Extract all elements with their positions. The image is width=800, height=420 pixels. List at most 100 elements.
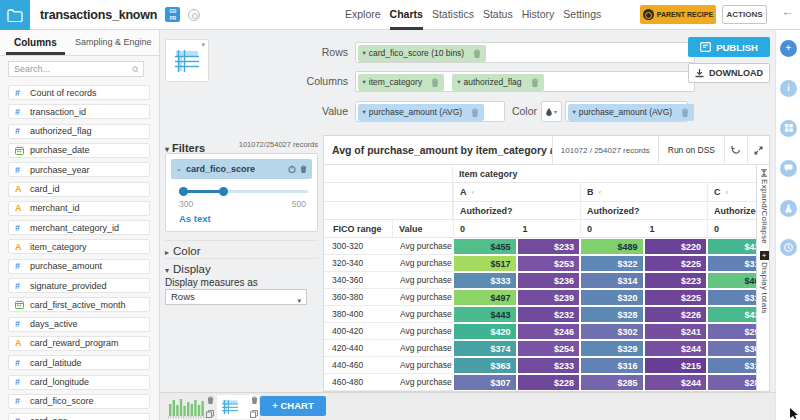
columns-field[interactable]: ▾item_category▾authorized_flag	[355, 71, 695, 92]
pivot-cell[interactable]: $244	[644, 340, 708, 357]
duplicate-chart-icon[interactable]	[206, 410, 214, 418]
pivot-cell[interactable]: $333	[453, 272, 517, 289]
pivot-cell[interactable]: $232	[517, 306, 581, 323]
schema-icon[interactable]	[780, 120, 797, 137]
pivot-cell[interactable]: $233	[517, 238, 581, 255]
column-item-card-latitude[interactable]: #card_latitude	[8, 355, 150, 370]
column-item-card-reward-program[interactable]: Acard_reward_program	[8, 336, 150, 351]
pivot-cell[interactable]: $489	[580, 238, 644, 255]
filters-section[interactable]: ▾ Filters 101072/254027 records	[165, 138, 318, 151]
chart-thumbnail-histogram[interactable]	[168, 395, 215, 419]
pivot-cell[interactable]: $223	[644, 272, 708, 289]
pivot-cell[interactable]: $241	[644, 323, 708, 340]
discussions-icon[interactable]	[780, 160, 797, 177]
pivot-cell[interactable]: $228	[517, 374, 581, 391]
trash-icon[interactable]	[681, 108, 689, 117]
pivot-cell[interactable]: $455	[453, 238, 517, 255]
column-item-merchant-category-id[interactable]: #merchant_category_id	[8, 220, 150, 235]
display-totals-tab[interactable]: + Display totals	[757, 251, 770, 314]
pivot-cell[interactable]: $328	[580, 306, 644, 323]
pivot-cell[interactable]: $363	[453, 357, 517, 374]
pivot-cell[interactable]: $225	[644, 289, 708, 306]
column-item-transaction-id[interactable]: #transaction_id	[8, 104, 150, 119]
pivot-cell[interactable]: $420	[453, 323, 517, 340]
value-field[interactable]: ▾purchase_amount (AVG)	[355, 101, 505, 122]
pivot-cell[interactable]: $246	[517, 323, 581, 340]
column-item-item-category[interactable]: Aitem_category	[8, 239, 150, 254]
gdpr-badge[interactable]: GDPR	[165, 7, 180, 22]
column-item-purchase-date[interactable]: purchase_date	[8, 143, 150, 158]
expand-collapse-tab[interactable]: Expand/Collapse	[757, 169, 770, 244]
pivot-cell[interactable]: $220	[644, 238, 708, 255]
pivot-cell[interactable]: $497	[453, 289, 517, 306]
pivot-cell[interactable]: $254	[517, 340, 581, 357]
delete-chart-icon[interactable]	[207, 396, 214, 404]
nav-tab-charts[interactable]: Charts	[390, 0, 423, 30]
filter-chip-header[interactable]: ⌄ card_fico_score	[171, 159, 312, 179]
pivot-cell[interactable]: $239	[517, 289, 581, 306]
nav-tab-history[interactable]: History	[522, 0, 555, 30]
trash-icon[interactable]	[431, 78, 439, 87]
color-mode-selector[interactable]: ▾	[541, 101, 562, 122]
column-item-card-longitude[interactable]: #card_longitude	[8, 375, 150, 390]
rows-pill[interactable]: ▾card_fico_score (10 bins)	[358, 45, 487, 62]
pivot-group-B[interactable]: B‹	[580, 183, 707, 202]
color-section[interactable]: ▸Color	[165, 240, 318, 257]
pivot-cell[interactable]: $316	[580, 357, 644, 374]
as-text-link[interactable]: As text	[179, 213, 211, 224]
delete-chart-icon[interactable]	[251, 396, 258, 404]
nav-tab-settings[interactable]: Settings	[563, 0, 601, 30]
download-button[interactable]: DOWNLOAD	[688, 63, 770, 83]
publish-button[interactable]: PUBLISH	[688, 37, 770, 57]
pivot-cell[interactable]: $253	[517, 255, 581, 272]
column-item-card-first-active-month[interactable]: card_first_active_month	[8, 297, 150, 312]
nav-tab-explore[interactable]: Explore	[345, 0, 381, 30]
timeline-icon[interactable]	[780, 239, 797, 256]
pivot-cell[interactable]: $244	[644, 374, 708, 391]
plus-icon[interactable]: +	[780, 40, 797, 57]
pivot-cell[interactable]: $226	[644, 306, 708, 323]
navigator-icon[interactable]	[188, 9, 200, 21]
tab-columns[interactable]: Columns	[14, 30, 57, 55]
column-item-count-of-records[interactable]: #Count of records	[8, 85, 150, 100]
trash-icon[interactable]	[471, 108, 479, 117]
column-item-card-age[interactable]: #card_age	[8, 413, 150, 420]
column-item-signature-provided[interactable]: #signature_provided	[8, 278, 150, 293]
slider-handle-left[interactable]	[179, 187, 188, 196]
nav-tab-statistics[interactable]: Statistics	[432, 0, 474, 30]
pivot-cell[interactable]: $374	[453, 340, 517, 357]
trash-icon[interactable]	[531, 78, 539, 87]
column-item-purchase-amount[interactable]: #purchase_amount	[8, 259, 150, 274]
pivot-cell[interactable]: $314	[580, 272, 644, 289]
nav-tab-status[interactable]: Status	[483, 0, 513, 30]
trash-icon[interactable]	[473, 49, 481, 58]
refresh-icon[interactable]	[724, 136, 747, 165]
tab-sampling-engine[interactable]: Sampling & Engine	[75, 30, 152, 55]
parent-recipe-button[interactable]: PARENT RECIPE	[640, 5, 716, 24]
lab-icon[interactable]	[780, 200, 797, 217]
column-item-card-id[interactable]: Acard_id	[8, 182, 150, 197]
pivot-cell[interactable]: $517	[453, 255, 517, 272]
slider-handle-right[interactable]	[219, 187, 228, 196]
chart-type-picker[interactable]: ▾	[165, 39, 209, 82]
column-item-card-fico-score[interactable]: #card_fico_score	[8, 394, 150, 409]
pivot-cell[interactable]: $322	[580, 255, 644, 272]
column-item-purchase-year[interactable]: #purchase_year	[8, 162, 150, 177]
pivot-cell[interactable]: $233	[517, 357, 581, 374]
pivot-cell[interactable]: $215	[644, 357, 708, 374]
fico-range-slider[interactable]	[179, 187, 308, 196]
actions-button[interactable]: ACTIONS	[722, 5, 767, 24]
info-icon[interactable]: i	[780, 80, 797, 97]
color-field[interactable]: ▾purchase_amount (AVG)	[565, 101, 688, 122]
column-item-days-active[interactable]: #days_active	[8, 317, 150, 332]
pivot-cell[interactable]: $443	[453, 306, 517, 323]
color-pill[interactable]: ▾purchase_amount (AVG)	[568, 104, 695, 121]
dataset-icon[interactable]	[0, 0, 30, 30]
collapse-panel-icon[interactable]: ←	[781, 4, 794, 19]
pivot-cell[interactable]: $302	[580, 323, 644, 340]
pivot-cell[interactable]: $307	[453, 374, 517, 391]
trash-icon[interactable]	[300, 165, 307, 173]
display-section[interactable]: ▾Display	[165, 258, 318, 275]
value-pill[interactable]: ▾purchase_amount (AVG)	[358, 104, 485, 121]
column-item-authorized-flag[interactable]: #authorized_flag	[8, 124, 150, 139]
